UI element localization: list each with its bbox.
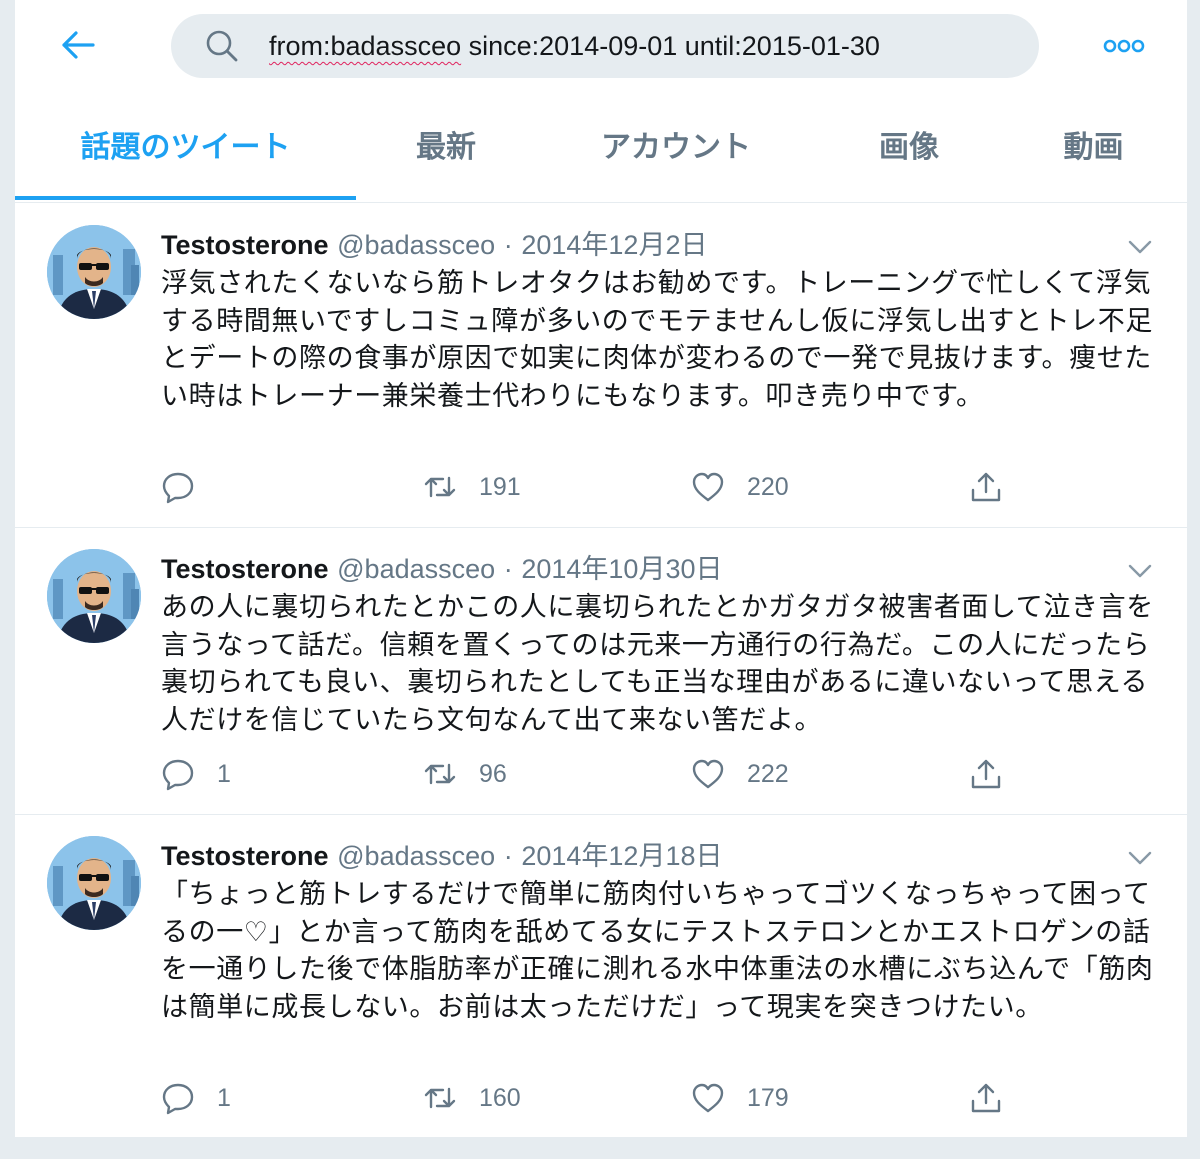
like-count: 179 (747, 1083, 789, 1112)
display-name[interactable]: Testosterone (161, 230, 329, 260)
tab-latest[interactable]: 最新 (356, 94, 536, 202)
tweet-text: 「ちょっと筋トレするだけで簡単に筋肉付いちゃってゴツくなっちゃって困ってるの一♡… (161, 879, 1154, 1023)
avatar[interactable] (47, 225, 141, 319)
like-button[interactable]: 179 (691, 1078, 789, 1118)
search-tabs: 話題のツイート 最新 アカウント 画像 動画 (15, 94, 1187, 203)
tweet[interactable]: Testosterone @badassceo · 2014年12月2日 浮気さ… (15, 203, 1187, 528)
back-button[interactable] (59, 26, 97, 64)
reply-count: 1 (217, 1083, 231, 1112)
search-query-dates: since:2014-09-01 until:2015-01-30 (461, 31, 880, 61)
tweet-actions: 191 220 (161, 467, 1161, 507)
caret-down-icon[interactable] (1127, 563, 1153, 579)
retweet-button[interactable]: 96 (423, 754, 507, 794)
more-options-button[interactable] (1103, 36, 1145, 56)
avatar[interactable] (47, 836, 141, 930)
reply-count: 1 (217, 759, 231, 788)
tweet-header: Testosterone @badassceo · 2014年10月30日 (161, 551, 722, 587)
caret-down-icon[interactable] (1127, 850, 1153, 866)
like-icon (692, 759, 724, 789)
retweet-count: 160 (479, 1083, 521, 1112)
display-name[interactable]: Testosterone (161, 841, 329, 871)
like-button[interactable]: 220 (691, 467, 789, 507)
retweet-icon (424, 763, 456, 785)
active-tab-indicator (15, 196, 356, 200)
tweet[interactable]: Testosterone @badassceo · 2014年10月30日 あの… (15, 527, 1187, 815)
share-icon (971, 759, 1001, 789)
user-handle[interactable]: @badassceo (337, 230, 495, 260)
reply-icon (162, 759, 194, 791)
separator: · (503, 841, 513, 871)
reply-button[interactable]: 1 (161, 754, 231, 794)
tab-accounts[interactable]: アカウント (536, 94, 816, 202)
retweet-icon (424, 476, 456, 498)
like-button[interactable]: 222 (691, 754, 789, 794)
tab-videos[interactable]: 動画 (1002, 94, 1185, 202)
tab-top[interactable]: 話題のツイート (15, 94, 356, 202)
share-button[interactable] (969, 467, 1003, 507)
display-name[interactable]: Testosterone (161, 554, 329, 584)
tweet-header: Testosterone @badassceo · 2014年12月18日 (161, 838, 722, 874)
reply-icon (162, 1083, 194, 1115)
search-query-handle: from:badassceo (269, 31, 462, 61)
share-button[interactable] (969, 754, 1003, 794)
tweet-date[interactable]: 2014年12月18日 (521, 841, 722, 871)
separator: · (503, 230, 513, 260)
tweet-actions: 1 160 179 (161, 1078, 1161, 1118)
reply-icon (162, 472, 194, 504)
like-icon (692, 472, 724, 502)
separator: · (503, 554, 513, 584)
like-count: 222 (747, 759, 789, 788)
reply-button[interactable] (161, 467, 217, 507)
tweet-date[interactable]: 2014年12月2日 (521, 230, 707, 260)
tweet-header: Testosterone @badassceo · 2014年12月2日 (161, 227, 707, 263)
avatar-image (47, 549, 141, 643)
tweet-text: あの人に裏切られたとかこの人に裏切られたとかガタガタ被害者面して泣き言を言うなっ… (161, 592, 1154, 736)
retweet-icon (424, 1087, 456, 1109)
tab-photos[interactable]: 画像 (816, 94, 1002, 202)
user-handle[interactable]: @badassceo (337, 554, 495, 584)
tweet-actions: 1 96 222 (161, 754, 1161, 794)
retweet-count: 191 (479, 472, 521, 501)
like-count: 220 (747, 472, 789, 501)
top-bar: from:badassceo since:2014-09-01 until:20… (15, 0, 1187, 94)
tweet[interactable]: Testosterone @badassceo · 2014年12月18日 「ち… (15, 814, 1187, 1138)
reply-button[interactable]: 1 (161, 1078, 231, 1118)
retweet-button[interactable]: 160 (423, 1078, 521, 1118)
share-button[interactable] (969, 1078, 1003, 1118)
search-input[interactable]: from:badassceo since:2014-09-01 until:20… (171, 14, 1039, 78)
app-frame: from:badassceo since:2014-09-01 until:20… (14, 0, 1188, 1138)
retweet-button[interactable]: 191 (423, 467, 521, 507)
back-arrow-icon (62, 31, 95, 59)
user-handle[interactable]: @badassceo (337, 841, 495, 871)
caret-down-icon[interactable] (1127, 239, 1153, 255)
share-icon (971, 1083, 1001, 1113)
retweet-count: 96 (479, 759, 507, 788)
tweet-date[interactable]: 2014年10月30日 (521, 554, 722, 584)
avatar-image (47, 225, 141, 319)
share-icon (971, 472, 1001, 502)
more-icon (1103, 39, 1145, 53)
avatar-image (47, 836, 141, 930)
like-icon (692, 1083, 724, 1113)
tweet-text: 浮気されたくないなら筋トレオタクはお勧めです。トレーニングで忙しくて浮気する時間… (161, 268, 1153, 412)
search-query[interactable]: from:badassceo since:2014-09-01 until:20… (269, 14, 880, 78)
avatar[interactable] (47, 549, 141, 643)
search-icon (206, 30, 238, 62)
